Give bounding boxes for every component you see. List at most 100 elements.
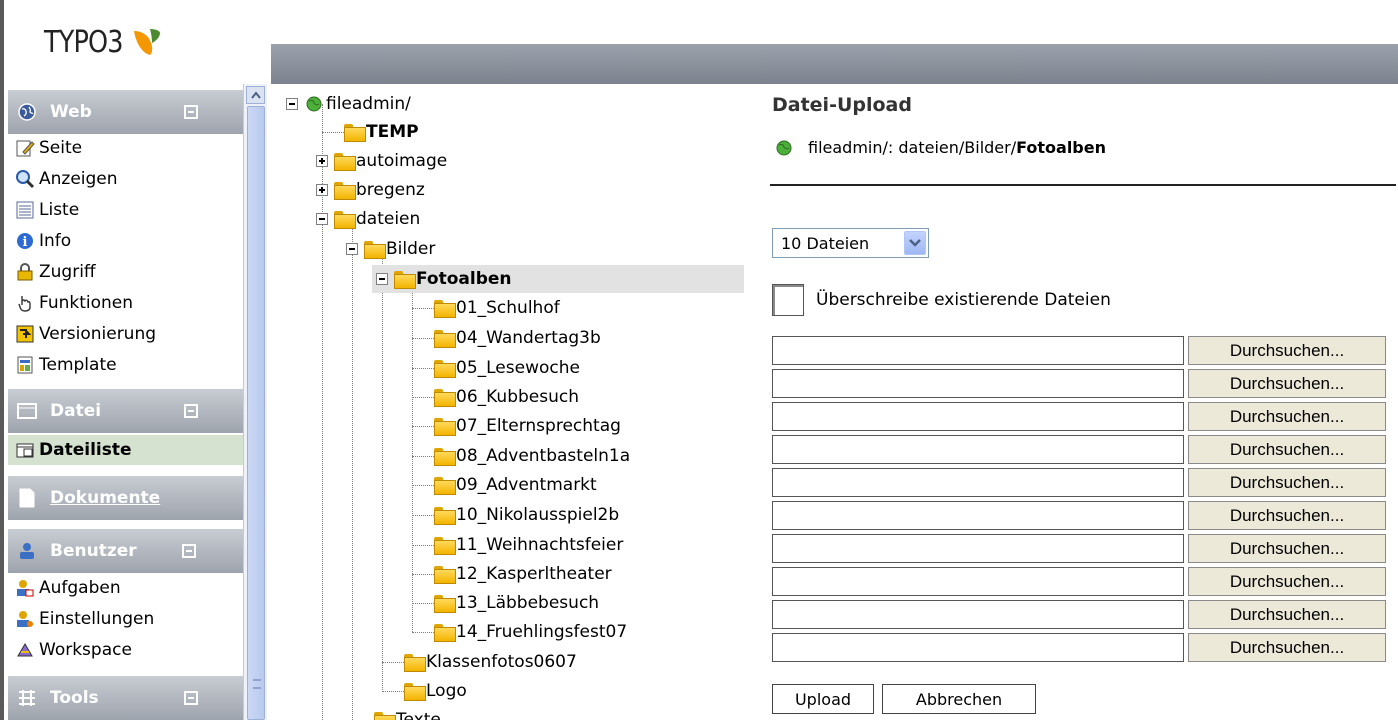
cancel-button[interactable]: Abbrechen	[882, 684, 1036, 714]
file-upload-row: Durchsuchen...	[772, 633, 1386, 663]
module-menu: TYPO3 Web Seite Anzeigen Liste i Info Zu…	[0, 0, 244, 720]
overwrite-checkbox[interactable]	[772, 284, 804, 316]
file-upload-row: Durchsuchen...	[772, 501, 1386, 531]
collapse-toggle[interactable]	[316, 213, 328, 225]
menu-item-seite[interactable]: Seite	[14, 133, 82, 163]
tree-node-temp[interactable]: TEMP	[344, 118, 419, 146]
list-icon	[14, 199, 36, 221]
browse-button[interactable]: Durchsuchen...	[1188, 633, 1386, 662]
browse-button[interactable]: Durchsuchen...	[1188, 534, 1386, 563]
tree-node-bregenz[interactable]: bregenz	[316, 176, 425, 204]
scroll-up-button[interactable]	[246, 86, 265, 104]
collapse-toggle[interactable]	[376, 273, 388, 285]
tree-node-12-kasperltheater[interactable]: 12_Kasperltheater	[434, 560, 612, 588]
file-count-select[interactable]: 10 Dateien	[772, 228, 929, 258]
tree-node-11-weihnachtsfeier[interactable]: 11_Weihnachtsfeier	[434, 531, 623, 559]
menu-item-template[interactable]: Template	[14, 350, 117, 380]
scroll-thumb[interactable]	[247, 106, 265, 720]
menu-item-dateiliste[interactable]: Dateiliste	[8, 435, 244, 465]
folder-icon	[434, 330, 456, 348]
dropdown-button[interactable]	[904, 231, 926, 255]
folder-icon	[434, 566, 456, 584]
module-web[interactable]: Web	[8, 90, 244, 134]
file-path-input[interactable]	[772, 501, 1184, 530]
tree-node-06-kubbesuch[interactable]: 06_Kubbesuch	[434, 383, 579, 411]
menu-item-workspace[interactable]: Workspace	[14, 635, 132, 665]
file-path-input[interactable]	[772, 435, 1184, 464]
file-upload-row: Durchsuchen...	[772, 600, 1386, 630]
file-upload-row: Durchsuchen...	[772, 336, 1386, 366]
browse-button[interactable]: Durchsuchen...	[1188, 369, 1386, 398]
menu-item-zugriff[interactable]: Zugriff	[14, 257, 96, 287]
collapse-toggle[interactable]	[346, 243, 358, 255]
browse-button[interactable]: Durchsuchen...	[1188, 600, 1386, 629]
lock-icon	[14, 261, 36, 283]
tree-node-logo[interactable]: Logo	[404, 677, 467, 705]
tree-node-klassenfotos0607[interactable]: Klassenfotos0607	[404, 648, 577, 676]
tree-node-root[interactable]: fileadmin/	[286, 90, 411, 118]
collapse-icon[interactable]	[184, 404, 198, 418]
page-title: Datei-Upload	[772, 94, 912, 116]
menu-item-info[interactable]: i Info	[14, 226, 71, 256]
folder-icon	[434, 360, 456, 378]
folder-icon	[344, 124, 366, 142]
globe-icon	[16, 101, 38, 123]
module-benutzer[interactable]: Benutzer	[8, 529, 244, 573]
folder-tree: fileadmin/ TEMP autoimage bregenz dateie…	[270, 84, 760, 720]
menu-item-funktionen[interactable]: Funktionen	[14, 288, 133, 318]
menu-item-anzeigen[interactable]: Anzeigen	[14, 164, 118, 194]
menu-item-liste[interactable]: Liste	[14, 195, 79, 225]
module-dokumente[interactable]: Dokumente	[8, 476, 244, 520]
menu-item-versionierung[interactable]: Versionierung	[14, 319, 156, 349]
expand-toggle[interactable]	[316, 184, 328, 196]
tree-node-autoimage[interactable]: autoimage	[316, 147, 447, 175]
tree-node-08-adventbasteln1a[interactable]: 08_Adventbasteln1a	[434, 442, 630, 470]
module-datei[interactable]: Datei	[8, 389, 244, 433]
tree-node-dateien[interactable]: dateien	[316, 205, 420, 233]
menu-item-einstellungen[interactable]: Einstellungen	[14, 604, 154, 634]
tree-node-01-schulhof[interactable]: 01_Schulhof	[434, 294, 560, 322]
collapse-icon[interactable]	[184, 105, 198, 119]
tree-node-07-elternsprechtag[interactable]: 07_Elternsprechtag	[434, 412, 621, 440]
tree-node-fotoalben[interactable]: Fotoalben	[372, 265, 744, 293]
file-path-input[interactable]	[772, 402, 1184, 431]
menu-item-aufgaben[interactable]: Aufgaben	[14, 573, 121, 603]
page-edit-icon	[14, 137, 36, 159]
typo3-logo: TYPO3	[44, 22, 164, 62]
file-path-input[interactable]	[772, 336, 1184, 365]
filelist-icon	[14, 439, 36, 461]
folder-icon	[434, 507, 456, 525]
file-path-input[interactable]	[772, 567, 1184, 596]
file-icon	[16, 400, 38, 422]
upload-button[interactable]: Upload	[772, 684, 874, 714]
browse-button[interactable]: Durchsuchen...	[1188, 567, 1386, 596]
file-path-input[interactable]	[772, 600, 1184, 629]
tree-node-04-wandertag3b[interactable]: 04_Wandertag3b	[434, 324, 601, 352]
collapse-icon[interactable]	[184, 691, 198, 705]
module-tools[interactable]: Tools	[8, 676, 244, 720]
folder-icon	[364, 241, 386, 259]
tree-node-bilder[interactable]: Bilder	[346, 235, 435, 263]
browse-button[interactable]: Durchsuchen...	[1188, 468, 1386, 497]
tree-node-10-nikolausspiel2b[interactable]: 10_Nikolausspiel2b	[434, 501, 619, 529]
file-path-input[interactable]	[772, 633, 1184, 662]
menu-scrollbar[interactable]	[243, 84, 267, 720]
collapse-icon[interactable]	[182, 544, 196, 558]
browse-button[interactable]: Durchsuchen...	[1188, 336, 1386, 365]
folder-icon	[334, 153, 356, 171]
tree-node-09-adventmarkt[interactable]: 09_Adventmarkt	[434, 471, 597, 499]
tree-node-05-lesewoche[interactable]: 05_Lesewoche	[434, 354, 580, 382]
tree-node-13-labbebesuch[interactable]: 13_Läbbebesuch	[434, 589, 599, 617]
expand-toggle[interactable]	[316, 155, 328, 167]
file-path-input[interactable]	[772, 369, 1184, 398]
tree-node-texte[interactable]: Texte	[374, 706, 441, 720]
file-upload-row: Durchsuchen...	[772, 369, 1386, 399]
tree-node-14-fruehlingsfest07[interactable]: 14_Fruehlingsfest07	[434, 618, 627, 646]
browse-button[interactable]: Durchsuchen...	[1188, 402, 1386, 431]
collapse-toggle[interactable]	[286, 98, 298, 110]
file-path-input[interactable]	[772, 468, 1184, 497]
globe-icon	[776, 140, 792, 155]
file-path-input[interactable]	[772, 534, 1184, 563]
browse-button[interactable]: Durchsuchen...	[1188, 501, 1386, 530]
browse-button[interactable]: Durchsuchen...	[1188, 435, 1386, 464]
